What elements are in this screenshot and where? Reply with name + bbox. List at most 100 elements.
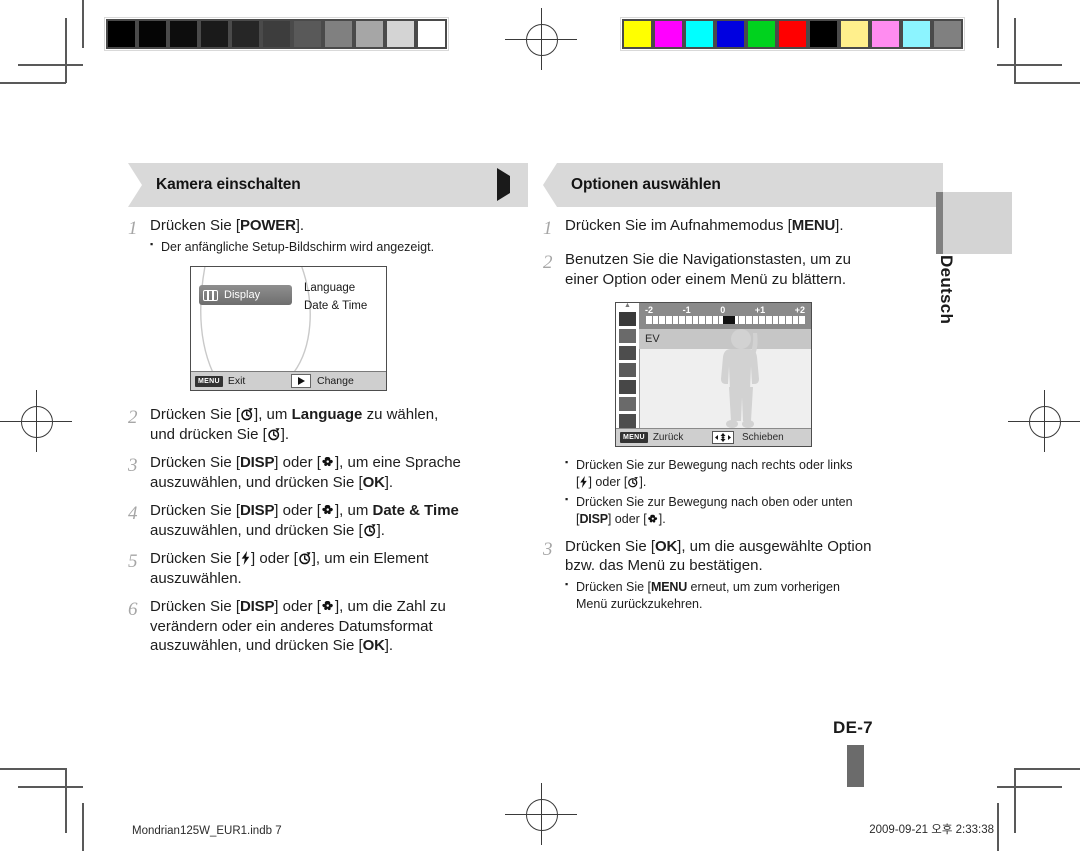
white-balance-icon[interactable]	[619, 329, 636, 344]
macro-icon	[321, 455, 335, 469]
step-text: ], um	[254, 406, 292, 424]
color-patch-5	[777, 19, 808, 49]
step-text: Drücken Sie [	[150, 550, 241, 568]
grayscale-patch-2	[168, 19, 199, 49]
step-text: Drücken Sie [	[565, 537, 656, 555]
lcd-menu-items: Language Date & Time	[304, 280, 367, 316]
lcd-tab-display[interactable]: Display	[199, 285, 292, 306]
camera-lcd-ev-screen: ▲ ▼ -2 -1 0	[615, 302, 812, 448]
list-item: Drücken Sie zur Bewegung nach oben oder …	[565, 493, 943, 528]
key-disp: DISP	[240, 598, 275, 616]
flash-icon	[240, 551, 251, 566]
lcd-menu-item-date-time[interactable]: Date & Time	[304, 298, 367, 316]
step-text: und drücken Sie [	[150, 425, 267, 443]
step-text: ], um eine Sprache	[334, 454, 461, 472]
list-item: 2 Benutzen Sie die Navigationstasten, um…	[543, 250, 943, 289]
lcd-move-label: Schieben	[742, 432, 784, 444]
key-disp: DISP	[579, 511, 608, 526]
timer-icon	[627, 476, 639, 488]
footer-filename: Mondrian125W_EUR1.indb 7	[132, 825, 282, 837]
iso-icon[interactable]	[619, 346, 636, 361]
color-patch-8	[870, 19, 901, 49]
lcd-menu-item-language[interactable]: Language	[304, 280, 367, 298]
step-emphasis: Date & Time	[372, 502, 459, 520]
bullet-text: ].	[658, 511, 666, 526]
step-text: bzw. das Menü zu bestätigen.	[565, 557, 763, 575]
right-section-banner: Optionen auswählen	[543, 163, 943, 207]
crop-mark-top-right-v	[997, 0, 999, 48]
macro-icon	[321, 599, 335, 613]
language-label: Deutsch	[937, 255, 956, 325]
page-rule-bar	[847, 745, 864, 787]
triangle-right-icon	[497, 168, 510, 201]
step-text: auszuwählen.	[150, 569, 242, 587]
grayscale-patch-0	[106, 19, 137, 49]
photo-size-icon[interactable]	[619, 380, 636, 395]
step-body: Drücken Sie [POWER]. Der anfängliche Set…	[150, 216, 528, 255]
color-patch-10	[932, 19, 963, 49]
quality-icon[interactable]	[619, 397, 636, 412]
step-text: ], um	[334, 502, 373, 520]
crop-mark-bottom-left-v	[82, 803, 84, 851]
bullet-text: Drücken Sie zur Bewegung nach rechts ode…	[576, 458, 853, 473]
step-text: ].	[384, 473, 394, 491]
crop-mark-bottom-left-h2	[0, 768, 66, 770]
crop-mark-top-left-h	[18, 64, 83, 66]
step-sublist: Drücken Sie [MENU erneut, um zum vorheri…	[565, 578, 943, 613]
timer-icon	[298, 551, 312, 565]
key-menu: MENU	[791, 217, 836, 234]
left-steps-list: 1 Drücken Sie [POWER]. Der anfängliche S…	[128, 216, 528, 656]
ev-tick-label: -1	[682, 305, 691, 316]
step-number: 6	[128, 599, 138, 621]
menu-key-icon: MENU	[620, 432, 648, 444]
list-item: 1 Drücken Sie im Aufnahmemodus [MENU].	[543, 216, 943, 241]
lcd-change-label: Change	[317, 374, 354, 387]
grayscale-patch-1	[137, 19, 168, 49]
sub-text: erneut, um zum vorherigen	[687, 579, 840, 594]
step-text: Drücken Sie [	[150, 406, 241, 424]
step-text: ].	[280, 425, 290, 443]
face-detect-icon[interactable]	[619, 363, 636, 378]
bullet-text: ] oder [	[607, 511, 647, 526]
step-text-tail: ].	[835, 217, 844, 234]
step-text: zu wählen,	[362, 406, 439, 424]
list-item: Drücken Sie [MENU erneut, um zum vorheri…	[565, 578, 943, 613]
step-text: ] oder [	[274, 598, 321, 616]
list-item: 3 Drücken Sie [DISP] oder [], um eine Sp…	[128, 453, 528, 492]
step-text: auszuwählen, und drücken Sie [	[150, 521, 363, 539]
step-text: auszuwählen, und drücken Sie [	[150, 637, 363, 655]
lcd-ev-current-marker[interactable]	[723, 316, 736, 325]
step-number: 4	[128, 503, 138, 525]
step-number: 5	[128, 551, 138, 573]
color-patch-2	[684, 19, 715, 49]
acb-icon[interactable]	[619, 414, 636, 429]
ev-icon[interactable]	[619, 312, 636, 327]
grayscale-patch-3	[199, 19, 230, 49]
key-ok: OK	[655, 537, 678, 555]
lcd-bottom-bar: MENU Exit Change	[191, 371, 386, 391]
registration-mark-top	[505, 8, 577, 70]
grayscale-patch-6	[292, 19, 323, 49]
color-patch-1	[653, 19, 684, 49]
crop-mark-bottom-right-h2	[1014, 768, 1080, 770]
step-body: Drücken Sie [DISP] oder [], um die Zahl …	[150, 597, 528, 656]
subject-silhouette	[721, 329, 759, 429]
step-body: Drücken Sie [] oder [], um ein Element a…	[150, 549, 528, 588]
step-text: ] oder [	[274, 502, 321, 520]
step-number: 1	[543, 218, 553, 239]
list-item: 2 Drücken Sie [], um Language zu wählen,…	[128, 405, 528, 444]
grayscale-patch-5	[261, 19, 292, 49]
bullet-text: ] oder [	[588, 475, 628, 490]
lcd-back-label: Zurück	[652, 432, 684, 444]
color-patch-4	[746, 19, 777, 49]
lcd-ev-bottom-bar: MENU Zurück Schieben	[616, 428, 811, 447]
list-item: 4 Drücken Sie [DISP] oder [], um Date & …	[128, 501, 528, 540]
right-steps-list-2: 3 Drücken Sie [OK], um die ausgewählte O…	[543, 537, 943, 613]
step-text: ].	[376, 521, 385, 539]
color-patch-3	[715, 19, 746, 49]
registration-mark-right	[1008, 390, 1080, 452]
grayscale-calibration-strip	[104, 17, 449, 51]
grayscale-patch-8	[354, 19, 385, 49]
step-body: Drücken Sie [DISP] oder [], um Date & Ti…	[150, 501, 528, 540]
